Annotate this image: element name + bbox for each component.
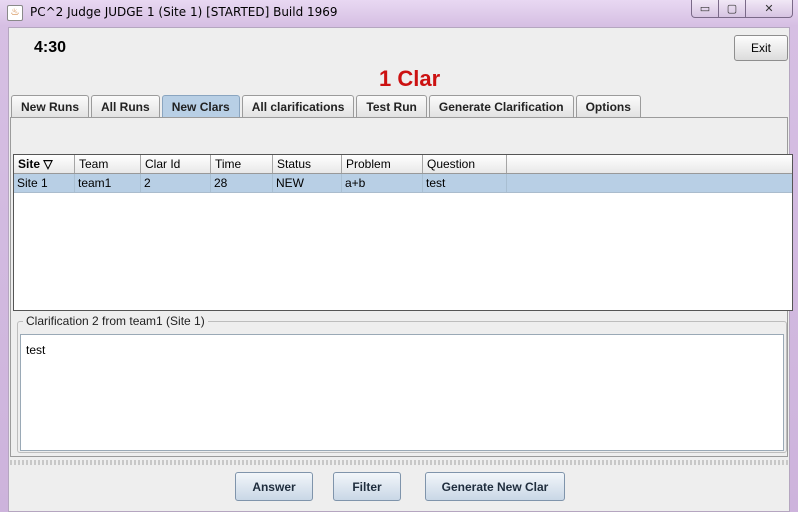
new-clars-panel: Site ▽ Team Clar Id Time Status Problem … (10, 117, 793, 457)
tab-all-runs[interactable]: All Runs (91, 95, 160, 117)
cell-question: test (423, 174, 507, 192)
tab-new-runs[interactable]: New Runs (11, 95, 90, 117)
cell-site: Site 1 (14, 174, 75, 192)
column-header-question[interactable]: Question (423, 155, 507, 173)
column-header-problem[interactable]: Problem (342, 155, 423, 173)
clar-count-headline: 1 Clar (379, 66, 441, 91)
column-header-clar-id[interactable]: Clar Id (141, 155, 211, 173)
action-bar: Answer Filter Generate New Clar (9, 470, 789, 504)
tab-options[interactable]: Options (575, 95, 641, 117)
tab-all-clarifications[interactable]: All clarifications (241, 95, 355, 117)
maximize-button[interactable]: ▢ (719, 0, 746, 18)
cell-empty (507, 174, 792, 192)
answer-button[interactable]: Answer (235, 472, 313, 501)
column-label: Site (18, 157, 41, 171)
table-row[interactable]: Site 1 team1 2 28 NEW a+b test (14, 174, 792, 193)
cell-time: 28 (211, 174, 273, 192)
column-header-site[interactable]: Site ▽ (14, 155, 75, 173)
window-controls: ▭ ▢ ✕ (691, 0, 793, 18)
generate-new-clar-button[interactable]: Generate New Clar (425, 472, 565, 501)
app-window: ♨ PC^2 Judge JUDGE 1 (Site 1) [STARTED] … (0, 0, 798, 512)
cell-problem: a+b (342, 174, 423, 192)
minimize-button[interactable]: ▭ (691, 0, 719, 18)
sort-arrow-icon: ▽ (43, 157, 53, 171)
tab-test-run[interactable]: Test Run (356, 95, 427, 117)
column-header-time[interactable]: Time (211, 155, 273, 173)
table-header: Site ▽ Team Clar Id Time Status Problem … (14, 155, 792, 174)
client-area: 4:30 Exit 1 Clar New Runs All Runs New C… (8, 27, 793, 512)
window-title: PC^2 Judge JUDGE 1 (Site 1) [STARTED] Bu… (30, 5, 338, 19)
title-bar[interactable]: ♨ PC^2 Judge JUDGE 1 (Site 1) [STARTED] … (0, 0, 798, 27)
column-header-empty (507, 155, 792, 173)
close-button[interactable]: ✕ (746, 0, 793, 18)
java-app-icon: ♨ (7, 5, 23, 21)
clarifications-table: Site ▽ Team Clar Id Time Status Problem … (13, 154, 793, 311)
clarification-detail-legend: Clarification 2 from team1 (Site 1) (23, 314, 208, 328)
clarification-detail-group: Clarification 2 from team1 (Site 1) test (17, 314, 787, 453)
split-pane-divider[interactable] (10, 460, 788, 465)
cell-clar-id: 2 (141, 174, 211, 192)
column-header-team[interactable]: Team (75, 155, 141, 173)
clarification-text-area[interactable]: test (20, 334, 784, 451)
filter-button[interactable]: Filter (333, 472, 401, 501)
tab-generate-clarification[interactable]: Generate Clarification (428, 95, 574, 117)
exit-button[interactable]: Exit (734, 35, 788, 61)
tab-strip: New Runs All Runs New Clars All clarific… (11, 95, 643, 117)
cell-status: NEW (273, 174, 342, 192)
cell-team: team1 (75, 174, 141, 192)
column-header-status[interactable]: Status (273, 155, 342, 173)
contest-clock: 4:30 (34, 39, 67, 56)
tab-new-clars[interactable]: New Clars (161, 95, 240, 117)
